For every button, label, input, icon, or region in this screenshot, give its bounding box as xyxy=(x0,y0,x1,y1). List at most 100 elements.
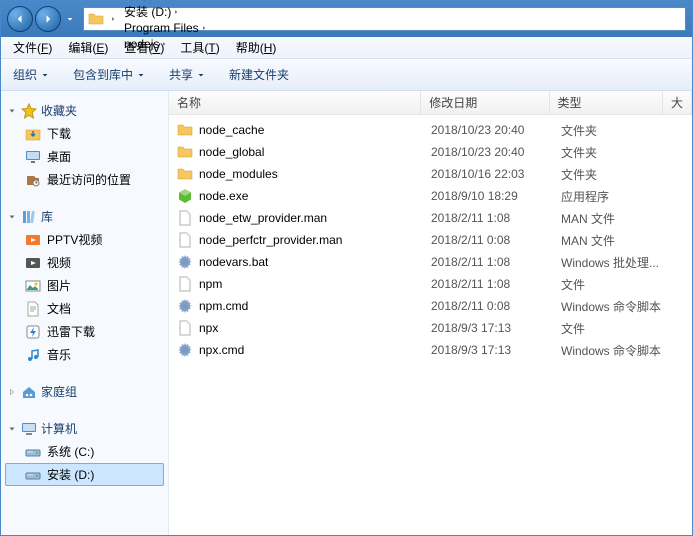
sidebar-item[interactable]: 音乐 xyxy=(5,343,164,366)
file-date: 2018/10/23 20:40 xyxy=(431,123,561,137)
twisty-icon xyxy=(7,212,17,222)
menu-t[interactable]: 工具(T) xyxy=(172,37,227,58)
file-name: node_etw_provider.man xyxy=(199,211,431,225)
chevron-down-icon xyxy=(137,68,145,82)
menu-h[interactable]: 帮助(H) xyxy=(228,37,285,58)
column-type[interactable]: 类型 xyxy=(550,91,663,114)
file-name: node_modules xyxy=(199,167,431,181)
file-type: 文件夹 xyxy=(561,122,676,139)
file-type: Windows 命令脚本 xyxy=(561,342,676,359)
twisty-icon xyxy=(7,424,17,434)
back-button[interactable] xyxy=(7,6,33,32)
main-area: 收藏夹下载桌面最近访问的位置库PPTV视频视频图片文档迅雷下载音乐家庭组计算机系… xyxy=(1,91,692,535)
file-name: npm xyxy=(199,277,431,291)
file-row[interactable]: npx2018/9/3 17:13文件 xyxy=(169,317,692,339)
file-name: nodevars.bat xyxy=(199,255,431,269)
comp-icon xyxy=(21,421,37,437)
new-folder-button[interactable]: 新建文件夹 xyxy=(225,63,293,86)
sidebar-group-star[interactable]: 收藏夹 xyxy=(5,99,164,122)
column-date[interactable]: 修改日期 xyxy=(421,91,549,114)
sidebar-item[interactable]: PPTV视频 xyxy=(5,228,164,251)
column-name[interactable]: 名称 xyxy=(169,91,421,114)
file-name: npm.cmd xyxy=(199,299,431,313)
file-row[interactable]: node_global2018/10/23 20:40文件夹 xyxy=(169,141,692,163)
share-button[interactable]: 共享 xyxy=(165,63,209,86)
file-date: 2018/2/11 1:08 xyxy=(431,277,561,291)
file-icon xyxy=(177,276,193,292)
folder-icon xyxy=(177,144,193,160)
sidebar-item[interactable]: 视频 xyxy=(5,251,164,274)
include-in-library-button[interactable]: 包含到库中 xyxy=(69,63,149,86)
dl-icon xyxy=(25,126,41,142)
sidebar-group-lib[interactable]: 库 xyxy=(5,205,164,228)
file-row[interactable]: node.exe2018/9/10 18:29应用程序 xyxy=(169,185,692,207)
file-date: 2018/9/10 18:29 xyxy=(431,189,561,203)
sidebar-item[interactable]: 图片 xyxy=(5,274,164,297)
file-row[interactable]: node_modules2018/10/16 22:03文件夹 xyxy=(169,163,692,185)
breadcrumb-item[interactable]: 安装 (D:) xyxy=(122,3,211,20)
file-date: 2018/2/11 1:08 xyxy=(431,255,561,269)
menu-f[interactable]: 文件(F) xyxy=(5,37,60,58)
file-icon xyxy=(177,210,193,226)
file-icon xyxy=(177,320,193,336)
address-bar[interactable]: 计算机安装 (D:)Program Filesnodejs xyxy=(83,7,686,31)
pptv-icon xyxy=(25,232,41,248)
file-name: npx xyxy=(199,321,431,335)
drive-icon xyxy=(25,467,41,483)
gear-icon xyxy=(177,254,193,270)
thunder-icon xyxy=(25,324,41,340)
chevron-down-icon xyxy=(41,68,49,82)
file-row[interactable]: node_etw_provider.man2018/2/11 1:08MAN 文… xyxy=(169,207,692,229)
file-row[interactable]: node_cache2018/10/23 20:40文件夹 xyxy=(169,119,692,141)
sidebar-item[interactable]: 系统 (C:) xyxy=(5,440,164,463)
video-icon xyxy=(25,255,41,271)
pic-icon xyxy=(25,278,41,294)
sidebar-item[interactable]: 迅雷下载 xyxy=(5,320,164,343)
file-type: MAN 文件 xyxy=(561,232,676,249)
menu-v[interactable]: 查看(V) xyxy=(116,37,172,58)
file-type: Windows 命令脚本 xyxy=(561,298,676,315)
recent-icon xyxy=(25,172,41,188)
lib-icon xyxy=(21,209,37,225)
file-type: 文件 xyxy=(561,320,676,337)
breadcrumb-item[interactable]: Program Files xyxy=(122,20,211,36)
menu-e[interactable]: 编辑(E) xyxy=(60,37,116,58)
file-type: 应用程序 xyxy=(561,188,676,205)
toolbar: 组织 包含到库中 共享 新建文件夹 xyxy=(1,59,692,91)
file-name: node_perfctr_provider.man xyxy=(199,233,431,247)
sidebar-item[interactable]: 安装 (D:) xyxy=(5,463,164,486)
file-type: 文件 xyxy=(561,276,676,293)
sidebar-group-home[interactable]: 家庭组 xyxy=(5,380,164,403)
folder-icon xyxy=(177,122,193,138)
file-type: Windows 批处理... xyxy=(561,254,676,271)
history-dropdown[interactable] xyxy=(63,6,77,32)
file-row[interactable]: npm2018/2/11 1:08文件 xyxy=(169,273,692,295)
menu-bar: 文件(F)编辑(E)查看(V)工具(T)帮助(H) xyxy=(1,37,692,59)
column-size[interactable]: 大 xyxy=(663,91,692,114)
sidebar-item[interactable]: 下载 xyxy=(5,122,164,145)
twisty-icon xyxy=(7,106,17,116)
desktop-icon xyxy=(25,149,41,165)
file-row[interactable]: nodevars.bat2018/2/11 1:08Windows 批处理... xyxy=(169,251,692,273)
file-name: node_cache xyxy=(199,123,431,137)
forward-button[interactable] xyxy=(35,6,61,32)
crumb-root-sep[interactable] xyxy=(106,11,120,27)
file-type: MAN 文件 xyxy=(561,210,676,227)
star-icon xyxy=(21,103,37,119)
gear-icon xyxy=(177,298,193,314)
sidebar-item[interactable]: 文档 xyxy=(5,297,164,320)
file-date: 2018/9/3 17:13 xyxy=(431,321,561,335)
file-row[interactable]: npm.cmd2018/2/11 0:08Windows 命令脚本 xyxy=(169,295,692,317)
file-row[interactable]: node_perfctr_provider.man2018/2/11 0:08M… xyxy=(169,229,692,251)
file-date: 2018/2/11 0:08 xyxy=(431,233,561,247)
file-date: 2018/2/11 0:08 xyxy=(431,299,561,313)
doc-icon xyxy=(25,301,41,317)
sidebar-item[interactable]: 最近访问的位置 xyxy=(5,168,164,191)
file-row[interactable]: npx.cmd2018/9/3 17:13Windows 命令脚本 xyxy=(169,339,692,361)
file-name: node.exe xyxy=(199,189,431,203)
organize-button[interactable]: 组织 xyxy=(9,63,53,86)
home-icon xyxy=(21,384,37,400)
sidebar-item[interactable]: 桌面 xyxy=(5,145,164,168)
sidebar-group-comp[interactable]: 计算机 xyxy=(5,417,164,440)
content-pane: 名称 修改日期 类型 大 node_cache2018/10/23 20:40文… xyxy=(169,91,692,535)
